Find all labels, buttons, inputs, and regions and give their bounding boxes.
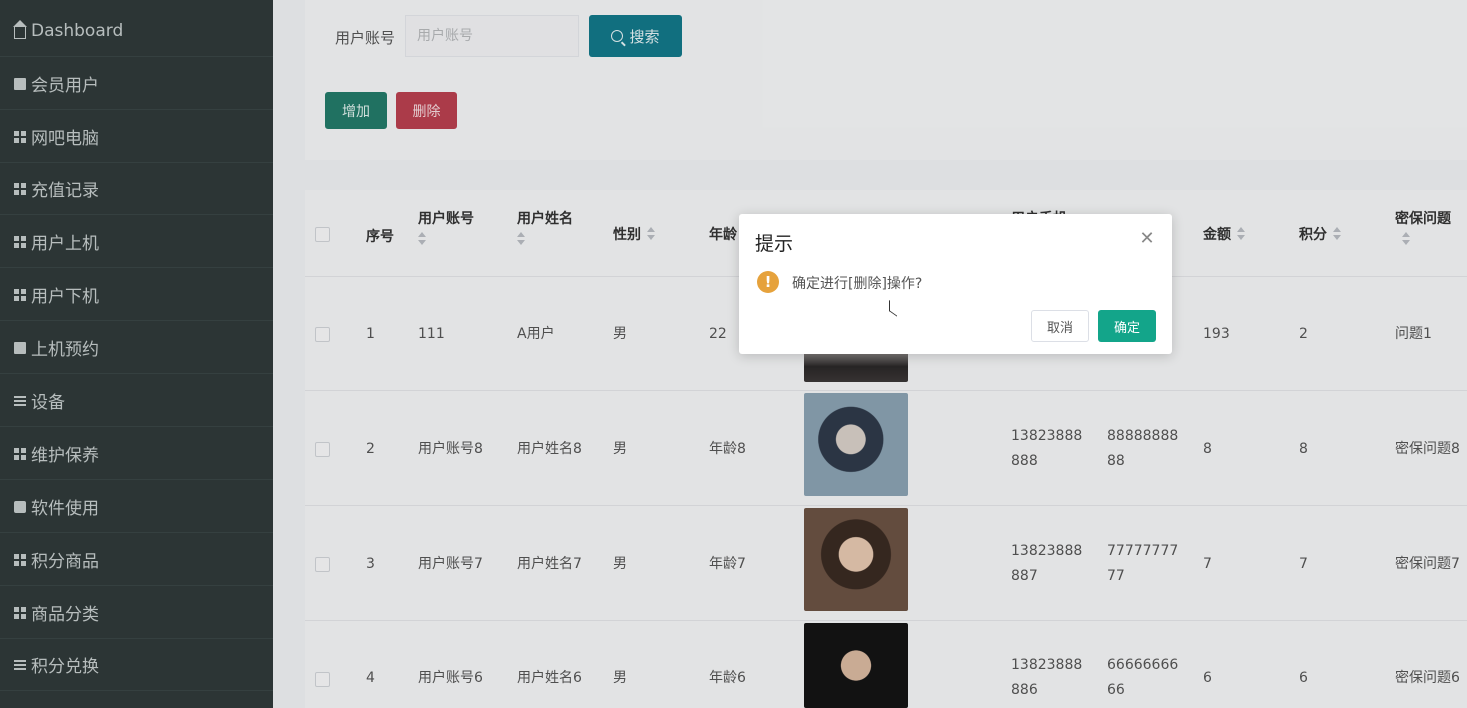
- dialog-title: 提示: [755, 233, 794, 255]
- confirm-dialog: 提示 ✕ ! 确定进行[删除]操作? 取消 确定: [739, 214, 1172, 354]
- cancel-button[interactable]: 取消: [1031, 310, 1089, 342]
- warning-icon: !: [757, 271, 779, 293]
- modal-overlay[interactable]: [0, 0, 1467, 708]
- dialog-message: 确定进行[删除]操作?: [792, 276, 923, 292]
- close-icon[interactable]: ✕: [1138, 230, 1156, 248]
- confirm-button[interactable]: 确定: [1098, 310, 1156, 342]
